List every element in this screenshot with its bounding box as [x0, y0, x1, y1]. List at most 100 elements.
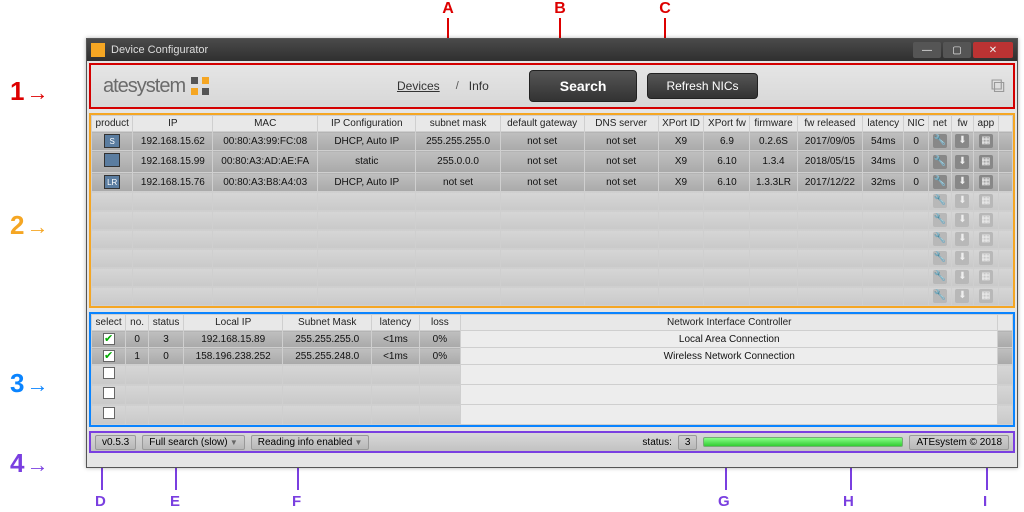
- app-icon: ▦: [979, 232, 993, 246]
- checkbox: [103, 387, 115, 399]
- table-row: 🔧 ⬇ ▦: [92, 211, 1013, 230]
- devices-col-xportfw[interactable]: XPort fw: [704, 116, 750, 132]
- wrench-icon: 🔧: [933, 232, 947, 246]
- info-tab[interactable]: Info: [469, 79, 489, 93]
- product-icon: [104, 153, 120, 167]
- devices-col-nic[interactable]: NIC: [904, 116, 929, 132]
- devices-col-gw[interactable]: default gateway: [500, 116, 584, 132]
- nic-col-name[interactable]: Network Interface Controller: [461, 315, 998, 331]
- product-icon: S: [104, 134, 120, 148]
- annotation-F: F: [292, 493, 301, 510]
- nic-section: select no. status Local IP Subnet Mask l…: [89, 312, 1015, 427]
- table-row[interactable]: ✔03192.168.15.89255.255.255.0<1ms0%Local…: [92, 331, 1013, 348]
- app-icon[interactable]: ▦: [979, 175, 993, 189]
- refresh-nics-button[interactable]: Refresh NICs: [647, 73, 757, 99]
- annotation-B: B: [550, 0, 570, 18]
- table-row: [92, 385, 1013, 405]
- table-row[interactable]: S192.168.15.6200:80:A3:99:FC:08DHCP, Aut…: [92, 132, 1013, 151]
- wrench-icon[interactable]: 🔧: [933, 175, 947, 189]
- devices-col-mask[interactable]: subnet mask: [416, 116, 500, 132]
- table-row: [92, 365, 1013, 385]
- table-row[interactable]: LR192.168.15.7600:80:A3:B8:A4:03DHCP, Au…: [92, 173, 1013, 192]
- network-icon: ⧉: [991, 75, 1005, 98]
- minimize-button[interactable]: —: [913, 42, 941, 58]
- download-icon[interactable]: ⬇: [955, 155, 969, 169]
- annotation-A: A: [438, 0, 458, 18]
- nic-col-mask[interactable]: Subnet Mask: [283, 315, 372, 331]
- checkbox[interactable]: ✔: [103, 333, 115, 345]
- tab-separator: /: [456, 80, 459, 92]
- table-row: 🔧 ⬇ ▦: [92, 230, 1013, 249]
- download-icon: ⬇: [955, 270, 969, 284]
- app-icon: ▦: [979, 270, 993, 284]
- annotation-H: H: [843, 493, 854, 510]
- annotation-E: E: [170, 493, 180, 510]
- devices-col-ipconfig[interactable]: IP Configuration: [318, 116, 416, 132]
- annotation-4: 4: [10, 448, 48, 479]
- app-icon: ▦: [979, 213, 993, 227]
- app-icon: ▦: [979, 289, 993, 303]
- devices-col-product[interactable]: product: [92, 116, 133, 132]
- titlebar[interactable]: Device Configurator — ▢ ✕: [87, 39, 1017, 61]
- search-mode-dropdown[interactable]: Full search (slow): [142, 435, 245, 450]
- download-icon: ⬇: [955, 232, 969, 246]
- close-button[interactable]: ✕: [973, 42, 1013, 58]
- app-window: Device Configurator — ▢ ✕ atesystem Devi…: [86, 38, 1018, 468]
- wrench-icon: 🔧: [933, 213, 947, 227]
- nic-col-lat[interactable]: latency: [372, 315, 420, 331]
- nic-table: select no. status Local IP Subnet Mask l…: [91, 314, 1013, 425]
- devices-tab[interactable]: Devices: [391, 75, 446, 97]
- checkbox[interactable]: ✔: [103, 350, 115, 362]
- status-bar: v0.5.3 Full search (slow) Reading info e…: [91, 433, 1013, 451]
- devices-col-ip[interactable]: IP: [133, 116, 213, 132]
- search-button[interactable]: Search: [529, 70, 638, 102]
- nic-scrollbar[interactable]: [998, 315, 1013, 331]
- nic-col-ip[interactable]: Local IP: [184, 315, 283, 331]
- maximize-button[interactable]: ▢: [943, 42, 971, 58]
- download-icon: ⬇: [955, 289, 969, 303]
- window-title: Device Configurator: [111, 44, 208, 56]
- devices-col-app[interactable]: app: [974, 116, 998, 132]
- download-icon[interactable]: ⬇: [955, 175, 969, 189]
- download-icon: ⬇: [955, 213, 969, 227]
- devices-scrollbar[interactable]: [998, 116, 1012, 132]
- devices-col-fw[interactable]: fw: [951, 116, 974, 132]
- nic-col-select[interactable]: select: [92, 315, 126, 331]
- nic-col-status[interactable]: status: [148, 315, 183, 331]
- checkbox: [103, 367, 115, 379]
- devices-col-mac[interactable]: MAC: [213, 116, 318, 132]
- annotation-C: C: [655, 0, 675, 18]
- wrench-icon[interactable]: 🔧: [933, 134, 947, 148]
- nic-col-loss[interactable]: loss: [419, 315, 460, 331]
- devices-table: product IP MAC IP Configuration subnet m…: [91, 115, 1013, 306]
- wrench-icon: 🔧: [933, 251, 947, 265]
- wrench-icon[interactable]: 🔧: [933, 155, 947, 169]
- devices-col-dns[interactable]: DNS server: [584, 116, 658, 132]
- download-icon[interactable]: ⬇: [955, 134, 969, 148]
- wrench-icon: 🔧: [933, 289, 947, 303]
- devices-col-xportid[interactable]: XPort ID: [658, 116, 704, 132]
- reading-mode-dropdown[interactable]: Reading info enabled: [251, 435, 370, 450]
- annotation-1: 1: [10, 76, 48, 107]
- product-icon: LR: [104, 175, 120, 189]
- table-row[interactable]: ✔10158.196.238.252255.255.248.0<1ms0%Wir…: [92, 348, 1013, 365]
- app-icon[interactable]: ▦: [979, 134, 993, 148]
- logo: atesystem: [103, 75, 209, 98]
- table-row[interactable]: 192.168.15.9900:80:A3:AD:AE:FAstatic255.…: [92, 151, 1013, 173]
- annotation-I: I: [983, 493, 987, 510]
- app-icon[interactable]: ▦: [979, 155, 993, 169]
- annotation-D: D: [95, 493, 106, 510]
- app-icon: ▦: [979, 194, 993, 208]
- annotation-3: 3: [10, 368, 48, 399]
- table-row: [92, 405, 1013, 425]
- annotation-G: G: [718, 493, 730, 510]
- table-row: 🔧 ⬇ ▦: [92, 287, 1013, 306]
- wrench-icon: 🔧: [933, 270, 947, 284]
- checkbox: [103, 407, 115, 419]
- devices-col-net[interactable]: net: [929, 116, 952, 132]
- devices-col-firmware[interactable]: firmware: [750, 116, 797, 132]
- nic-col-no[interactable]: no.: [126, 315, 149, 331]
- devices-col-latency[interactable]: latency: [863, 116, 904, 132]
- devices-section: product IP MAC IP Configuration subnet m…: [89, 113, 1015, 308]
- devices-col-released[interactable]: fw released: [797, 116, 863, 132]
